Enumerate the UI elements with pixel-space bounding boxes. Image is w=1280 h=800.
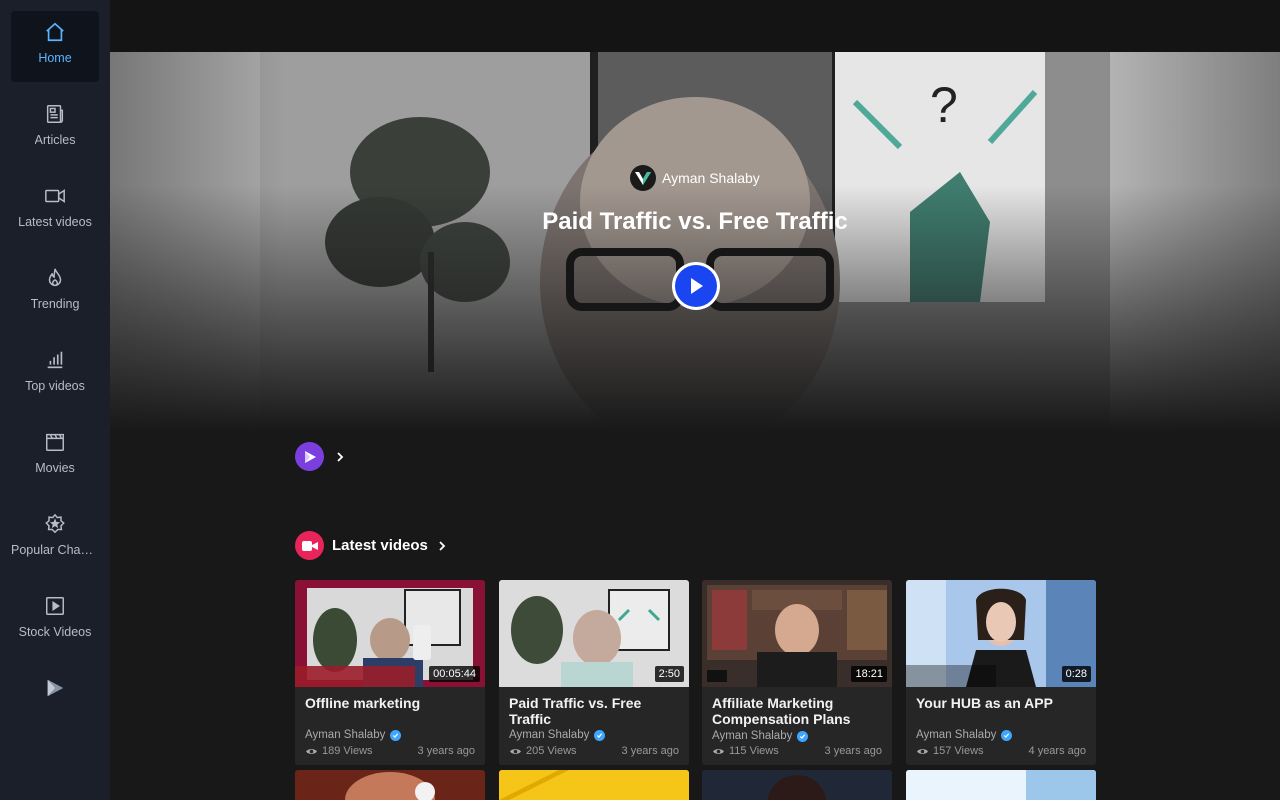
sidebar-item-label: Trending <box>30 297 80 311</box>
sidebar-item-label: Movies <box>35 461 75 475</box>
video-age: 3 years ago <box>417 745 475 757</box>
channel-avatar <box>630 165 656 191</box>
brand-play-icon <box>47 679 64 697</box>
video-duration: 2:50 <box>654 666 684 682</box>
star-badge-icon <box>45 513 65 534</box>
hero-banner[interactable]: ? Ayman Shalaby Paid Traffic vs. Free Tr… <box>110 52 1280 432</box>
video-duration: 18:21 <box>851 666 887 682</box>
sidebar-item-movies[interactable]: Movies <box>11 421 99 492</box>
video-age: 4 years ago <box>1028 745 1086 757</box>
sidebar-item-popular-channels[interactable]: Popular Channels <box>11 503 99 574</box>
video-card[interactable]: 0:28 Your HUB as an APP Ayman Shalaby 15… <box>906 580 1096 765</box>
video-card[interactable] <box>702 770 892 800</box>
video-meta: 205 Views 3 years ago <box>509 745 679 757</box>
brand-logo <box>295 442 324 471</box>
hero-title: Paid Traffic vs. Free Traffic <box>542 208 848 235</box>
video-thumbnail[interactable]: 2:50 <box>499 580 689 687</box>
hero-channel[interactable]: Ayman Shalaby <box>630 165 760 191</box>
sidebar-item-label: Home <box>38 51 72 65</box>
video-card[interactable] <box>499 770 689 800</box>
sidebar-item-label: Latest videos <box>18 215 92 229</box>
play-square-icon <box>46 597 64 615</box>
video-views: 205 Views <box>526 745 577 757</box>
sidebar-item-top-videos[interactable]: Top videos <box>11 339 99 410</box>
sidebar-item-label: Popular Channels <box>11 543 99 557</box>
verified-icon <box>797 730 809 742</box>
video-title[interactable]: Offline marketing <box>305 695 477 711</box>
video-title[interactable]: Affiliate Marketing Compensation Plans <box>712 695 884 727</box>
video-channel[interactable]: Ayman Shalaby <box>916 729 1013 741</box>
sidebar-item-latest-videos[interactable]: Latest videos <box>11 175 99 246</box>
verified-icon <box>390 729 402 741</box>
video-thumbnail[interactable]: 00:05:44 <box>295 580 485 687</box>
sidebar-item-label: Articles <box>34 133 76 147</box>
eye-icon <box>713 748 724 754</box>
eye-icon <box>306 748 317 754</box>
video-thumbnail[interactable]: 18:21 <box>702 580 892 687</box>
verified-icon <box>1001 729 1013 741</box>
section-header-latest-videos[interactable]: Latest videos <box>295 531 448 560</box>
video-meta: 189 Views 3 years ago <box>305 745 475 757</box>
video-meta: 115 Views 3 years ago <box>712 745 882 757</box>
video-card[interactable] <box>295 770 485 800</box>
video-views: 189 Views <box>322 745 373 757</box>
video-card[interactable]: 2:50 Paid Traffic vs. Free Traffic Ayman… <box>499 580 689 765</box>
eye-icon <box>510 748 521 754</box>
video-channel[interactable]: Ayman Shalaby <box>712 730 809 742</box>
chevron-right-icon <box>439 540 446 551</box>
sidebar-item-label: Stock Videos <box>18 625 92 639</box>
hero-channel-name: Ayman Shalaby <box>662 170 760 186</box>
sidebar-item-trending[interactable]: Trending <box>11 257 99 328</box>
video-duration: 0:28 <box>1061 666 1091 682</box>
sidebar: Home Articles Latest videos Trending Top… <box>0 0 110 800</box>
brand-row[interactable] <box>295 442 346 471</box>
bar-chart-icon <box>47 351 63 369</box>
top-bar <box>110 0 1280 52</box>
brand-play-icon <box>304 450 316 463</box>
video-title[interactable]: Paid Traffic vs. Free Traffic <box>509 695 681 727</box>
sidebar-item-brand[interactable] <box>11 667 99 738</box>
video-channel-name: Ayman Shalaby <box>305 729 386 741</box>
section-title: Latest videos <box>332 537 428 554</box>
video-card[interactable]: 00:05:44 Offline marketing Ayman Shalaby… <box>295 580 485 765</box>
clapperboard-icon <box>46 433 64 451</box>
video-thumbnail <box>702 770 892 800</box>
video-camera-icon <box>301 540 318 551</box>
flame-icon <box>48 268 62 287</box>
video-camera-icon <box>45 189 65 203</box>
sidebar-item-label: Top videos <box>25 379 85 393</box>
video-channel-name: Ayman Shalaby <box>916 729 997 741</box>
video-views: 157 Views <box>933 745 984 757</box>
video-channel-name: Ayman Shalaby <box>509 729 590 741</box>
video-duration: 00:05:44 <box>429 666 480 682</box>
video-age: 3 years ago <box>621 745 679 757</box>
video-thumbnail[interactable]: 0:28 <box>906 580 1096 687</box>
section-video-icon <box>295 531 324 560</box>
video-meta: 157 Views 4 years ago <box>916 745 1086 757</box>
hero-play-button[interactable] <box>672 262 720 310</box>
video-channel[interactable]: Ayman Shalaby <box>509 729 606 741</box>
video-channel-name: Ayman Shalaby <box>712 730 793 742</box>
play-icon <box>691 278 703 294</box>
home-icon <box>46 22 64 42</box>
newspaper-icon <box>46 105 64 123</box>
video-age: 3 years ago <box>824 745 882 757</box>
video-card[interactable]: 18:21 Affiliate Marketing Compensation P… <box>702 580 892 765</box>
video-thumbnail <box>295 770 485 800</box>
video-card[interactable] <box>906 770 1096 800</box>
channel-logo-icon <box>635 172 651 185</box>
video-views: 115 Views <box>729 745 779 757</box>
chevron-right-icon[interactable] <box>334 451 346 463</box>
video-thumbnail <box>906 770 1096 800</box>
video-title[interactable]: Your HUB as an APP <box>916 695 1088 711</box>
video-thumbnail <box>499 770 689 800</box>
sidebar-item-home[interactable]: Home <box>11 11 99 82</box>
sidebar-item-stock-videos[interactable]: Stock Videos <box>11 585 99 656</box>
verified-icon <box>594 729 606 741</box>
sidebar-item-articles[interactable]: Articles <box>11 93 99 164</box>
eye-icon <box>917 748 928 754</box>
video-channel[interactable]: Ayman Shalaby <box>305 729 402 741</box>
